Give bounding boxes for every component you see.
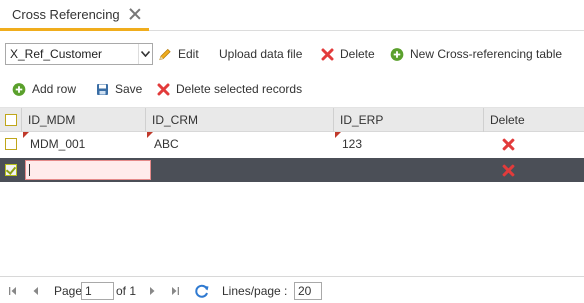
text-caret [29, 164, 30, 176]
id-mdm-edit-input[interactable] [25, 160, 151, 180]
delete-table-button[interactable]: Delete [320, 42, 375, 66]
previous-page-icon[interactable] [32, 282, 40, 300]
column-header-label: ID_ERP [340, 113, 384, 127]
save-button[interactable]: Save [95, 77, 142, 101]
delete-row-icon[interactable] [502, 164, 515, 177]
tab-bar: Cross Referencing [0, 0, 584, 31]
data-grid: ID_MDM ID_CRM ID_ERP Delete MDM_001 ABC … [0, 107, 584, 267]
tab-cross-referencing[interactable]: Cross Referencing [0, 0, 149, 31]
row-checkbox-cell[interactable] [0, 132, 22, 156]
add-row-button[interactable]: Add row [12, 77, 76, 101]
lines-per-page-label: Lines/page : [222, 284, 288, 298]
delete-label: Delete [340, 47, 375, 61]
upload-label: Upload data file [219, 47, 303, 61]
next-page-icon[interactable] [148, 282, 156, 300]
add-circle-icon [390, 47, 404, 61]
main-toolbar: X_Ref_Customer Edit Upload data file Del… [0, 42, 584, 66]
new-cross-referencing-table-button[interactable]: New Cross-referencing table [390, 42, 562, 66]
column-header-id-mdm[interactable]: ID_MDM [22, 108, 146, 132]
cell-id-crm[interactable]: ABC [146, 132, 334, 156]
table-row-selected[interactable] [0, 158, 584, 182]
cell-value: MDM_001 [30, 137, 86, 151]
delete-selected-label: Delete selected records [176, 82, 303, 96]
red-x-icon [156, 82, 170, 96]
chevron-down-icon[interactable] [138, 44, 152, 64]
refresh-icon[interactable] [194, 282, 210, 300]
edit-label: Edit [178, 47, 199, 61]
grid-header: ID_MDM ID_CRM ID_ERP Delete [0, 108, 584, 132]
column-header-delete: Delete [484, 108, 584, 132]
pagination-bar: Page 1 of 1 Lines/page : 20 [0, 276, 584, 303]
lines-per-page-value: 20 [298, 284, 312, 298]
cell-value: 123 [342, 137, 363, 151]
page-count-label: of 1 [116, 284, 137, 298]
column-header-label: ID_MDM [28, 113, 76, 127]
column-header-label: ID_CRM [152, 113, 199, 127]
delete-row-icon[interactable] [502, 138, 515, 151]
close-icon[interactable] [129, 8, 141, 20]
cell-value: ABC [154, 137, 179, 151]
save-label: Save [115, 82, 143, 96]
pencil-icon [158, 47, 172, 61]
select-all-checkbox[interactable] [5, 114, 17, 126]
add-row-label: Add row [32, 82, 77, 96]
tab-title: Cross Referencing [12, 6, 120, 22]
floppy-disk-icon [95, 82, 109, 96]
table-row[interactable]: MDM_001 ABC 123 [0, 132, 584, 156]
page-label: Page [54, 284, 83, 298]
column-header-id-crm[interactable]: ID_CRM [146, 108, 334, 132]
table-select-value: X_Ref_Customer [10, 47, 103, 61]
new-table-label: New Cross-referencing table [410, 47, 563, 61]
page-number-input[interactable]: 1 [81, 282, 114, 300]
row-checkbox[interactable] [5, 138, 17, 150]
grid-toolbar: Add row Save Delete selected records [0, 77, 584, 101]
add-circle-icon [12, 82, 26, 96]
row-checkbox-checked[interactable] [5, 164, 17, 176]
select-all-checkbox-cell[interactable] [0, 108, 22, 132]
edit-button[interactable]: Edit [158, 42, 199, 66]
lines-per-page-input[interactable]: 20 [294, 282, 322, 300]
row-checkbox-cell[interactable] [0, 158, 22, 182]
page-number-value: 1 [85, 284, 92, 298]
red-x-icon [320, 47, 334, 61]
last-page-icon[interactable] [170, 282, 180, 300]
delete-selected-records-button[interactable]: Delete selected records [156, 77, 302, 101]
upload-data-file-button[interactable]: Upload data file [219, 42, 302, 66]
column-header-label: Delete [490, 113, 525, 127]
table-select[interactable]: X_Ref_Customer [5, 43, 153, 65]
cell-id-erp[interactable]: 123 [334, 132, 484, 156]
first-page-icon[interactable] [8, 282, 18, 300]
column-header-id-erp[interactable]: ID_ERP [334, 108, 484, 132]
cell-id-mdm[interactable]: MDM_001 [22, 132, 146, 156]
